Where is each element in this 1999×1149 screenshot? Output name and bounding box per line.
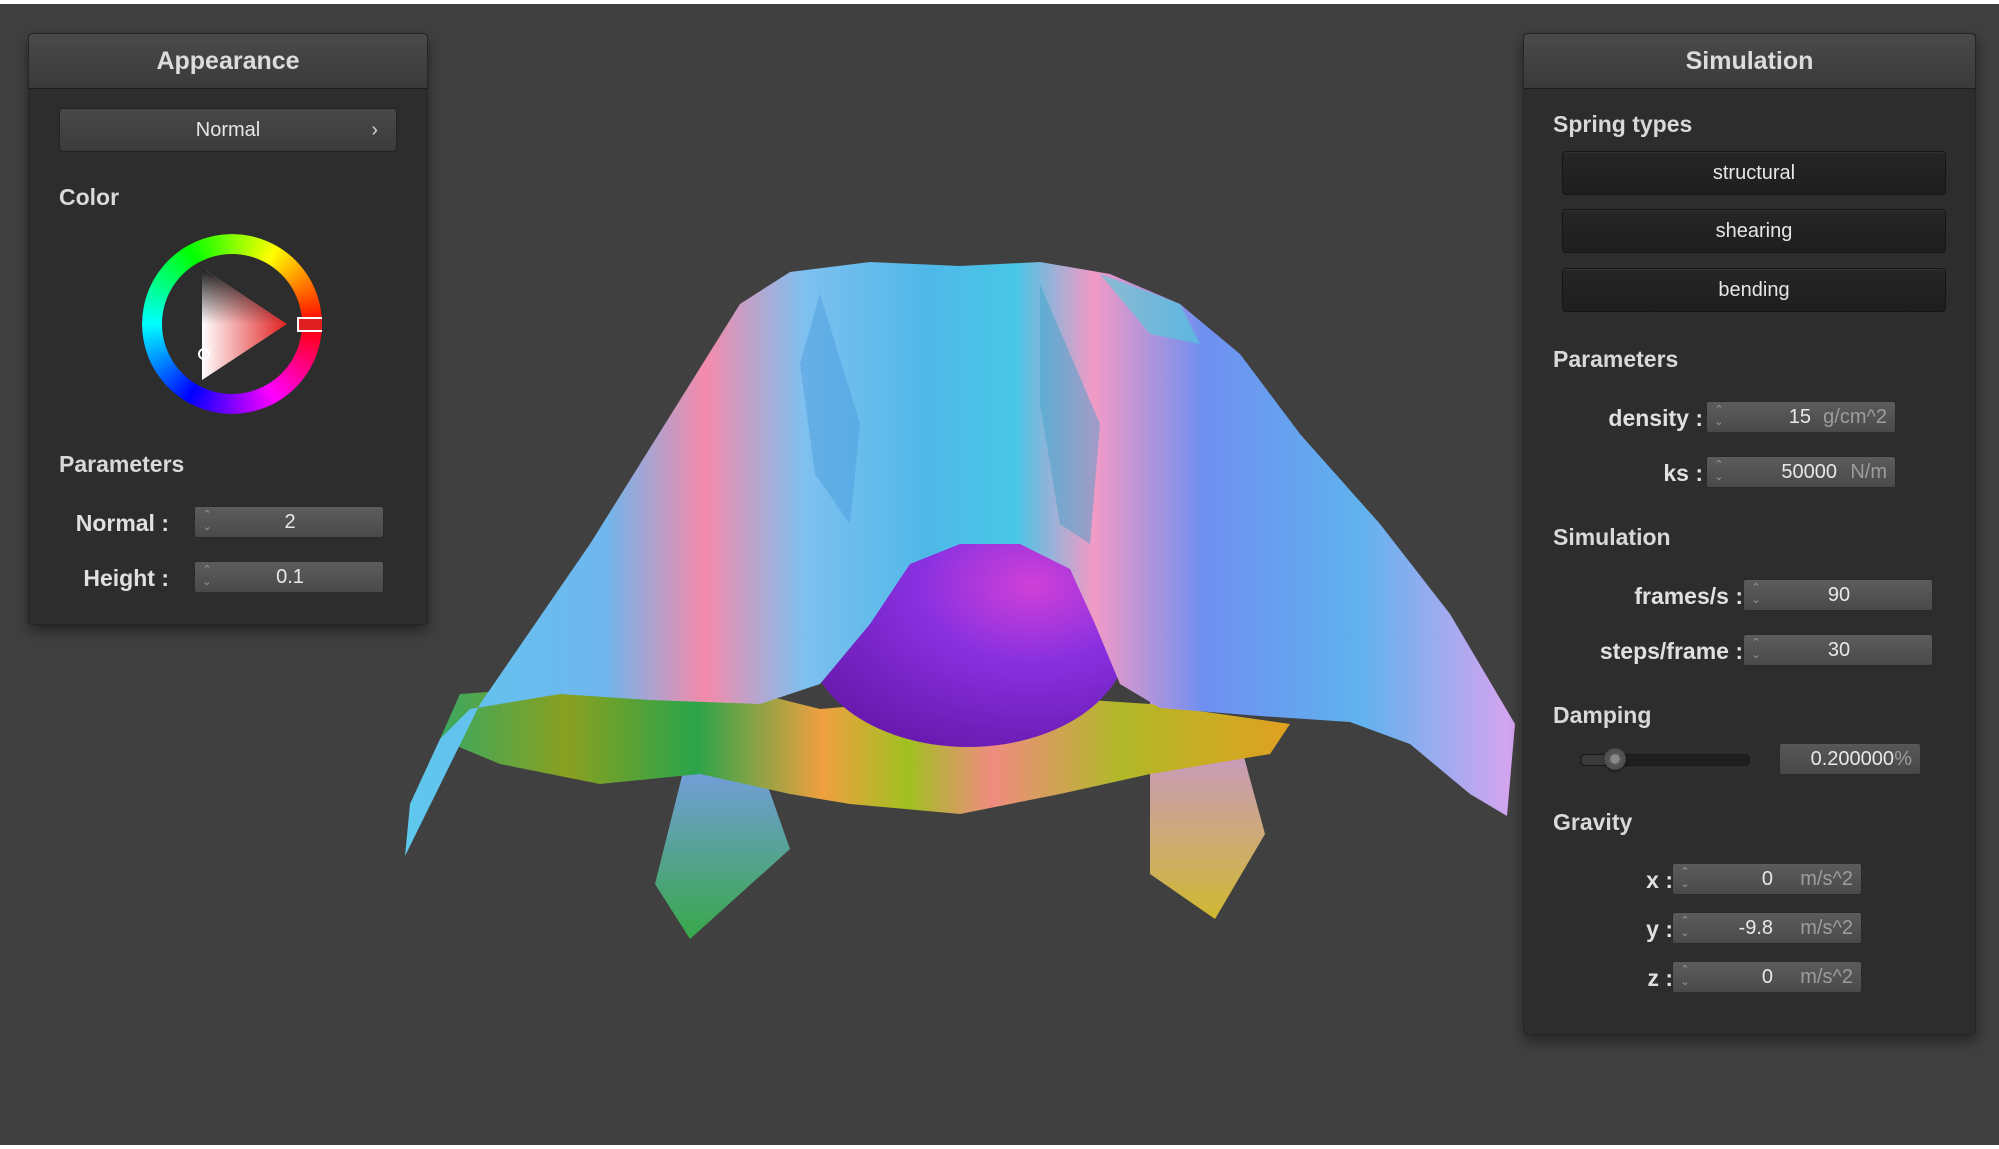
ks-label: ks : — [1663, 460, 1703, 486]
chevron-right-icon: › — [371, 119, 378, 141]
shader-dropdown[interactable]: Normal › — [59, 108, 397, 152]
ks-value: 50000 — [1781, 461, 1837, 483]
ks-input[interactable]: ⌃ ⌄ 50000 N/m — [1706, 456, 1896, 488]
gravity-z-input[interactable]: ⌃ ⌄ 0 m/s^2 — [1672, 961, 1862, 993]
spin-arrows-icon[interactable]: ⌃ ⌄ — [1713, 404, 1725, 430]
appearance-panel-title: Appearance — [29, 34, 427, 89]
steps-value: 30 — [1827, 639, 1851, 661]
sim-simulation-label: Simulation — [1553, 524, 1671, 550]
damping-slider-handle[interactable] — [1603, 748, 1626, 770]
gravity-y-unit: m/s^2 — [1800, 917, 1853, 939]
hue-handle — [297, 317, 322, 332]
damping-slider[interactable] — [1580, 748, 1750, 770]
bending-toggle[interactable]: bending — [1562, 268, 1946, 312]
spin-arrows-icon[interactable]: ⌃ ⌄ — [1713, 459, 1725, 485]
gravity-x-label: x : — [1646, 867, 1673, 893]
color-label: Color — [59, 184, 120, 210]
gravity-z-label: z : — [1647, 965, 1673, 991]
frames-value: 90 — [1827, 584, 1851, 606]
appearance-parameters-label: Parameters — [59, 451, 185, 477]
simulation-panel-title: Simulation — [1524, 34, 1975, 89]
damping-input[interactable]: 0.200000 % — [1779, 743, 1921, 775]
height-input[interactable]: ⌃ ⌄ 0.1 — [194, 561, 384, 593]
gravity-x-unit: m/s^2 — [1800, 868, 1853, 890]
gravity-y-input[interactable]: ⌃ ⌄ -9.8 m/s^2 — [1672, 912, 1862, 944]
structural-toggle[interactable]: structural — [1562, 151, 1946, 195]
gravity-label: Gravity — [1553, 809, 1633, 835]
simulation-panel: Simulation Spring types structural shear… — [1523, 33, 1976, 1035]
spring-types-label: Spring types — [1553, 111, 1693, 137]
density-value: 15 — [1788, 406, 1811, 428]
ks-unit: N/m — [1850, 461, 1887, 483]
spin-arrows-icon[interactable]: ⌃ ⌄ — [1679, 915, 1691, 941]
frames-input[interactable]: ⌃ ⌄ 90 — [1743, 579, 1933, 611]
gravity-x-value: 0 — [1761, 868, 1773, 890]
damping-unit: % — [1894, 748, 1912, 770]
density-input[interactable]: ⌃ ⌄ 15 g/cm^2 — [1706, 401, 1896, 433]
sim-parameters-label: Parameters — [1553, 346, 1679, 372]
gravity-y-value: -9.8 — [1738, 917, 1773, 939]
gravity-x-input[interactable]: ⌃ ⌄ 0 m/s^2 — [1672, 863, 1862, 895]
color-wheel[interactable] — [142, 234, 322, 414]
gravity-z-value: 0 — [1761, 966, 1773, 988]
spin-arrows-icon[interactable]: ⌃ ⌄ — [1679, 964, 1691, 990]
normal-value: 2 — [284, 511, 296, 533]
steps-input[interactable]: ⌃ ⌄ 30 — [1743, 634, 1933, 666]
density-label: density : — [1608, 405, 1703, 431]
normal-label: Normal : — [75, 510, 169, 536]
damping-label: Damping — [1553, 702, 1652, 728]
height-label: Height : — [83, 565, 169, 591]
gravity-z-unit: m/s^2 — [1800, 966, 1853, 988]
shader-dropdown-value: Normal — [195, 119, 261, 141]
steps-label: steps/frame : — [1599, 638, 1743, 664]
gravity-y-label: y : — [1646, 916, 1673, 942]
shearing-toggle[interactable]: shearing — [1562, 209, 1946, 253]
density-unit: g/cm^2 — [1823, 406, 1887, 428]
damping-value: 0.200000 — [1810, 748, 1894, 770]
height-value: 0.1 — [276, 566, 304, 588]
spin-arrows-icon[interactable]: ⌃ ⌄ — [1679, 866, 1691, 892]
appearance-panel: Appearance Normal › Color Parameters Nor… — [28, 33, 428, 625]
normal-input[interactable]: ⌃ ⌄ 2 — [194, 506, 384, 538]
frames-label: frames/s : — [1634, 583, 1743, 609]
